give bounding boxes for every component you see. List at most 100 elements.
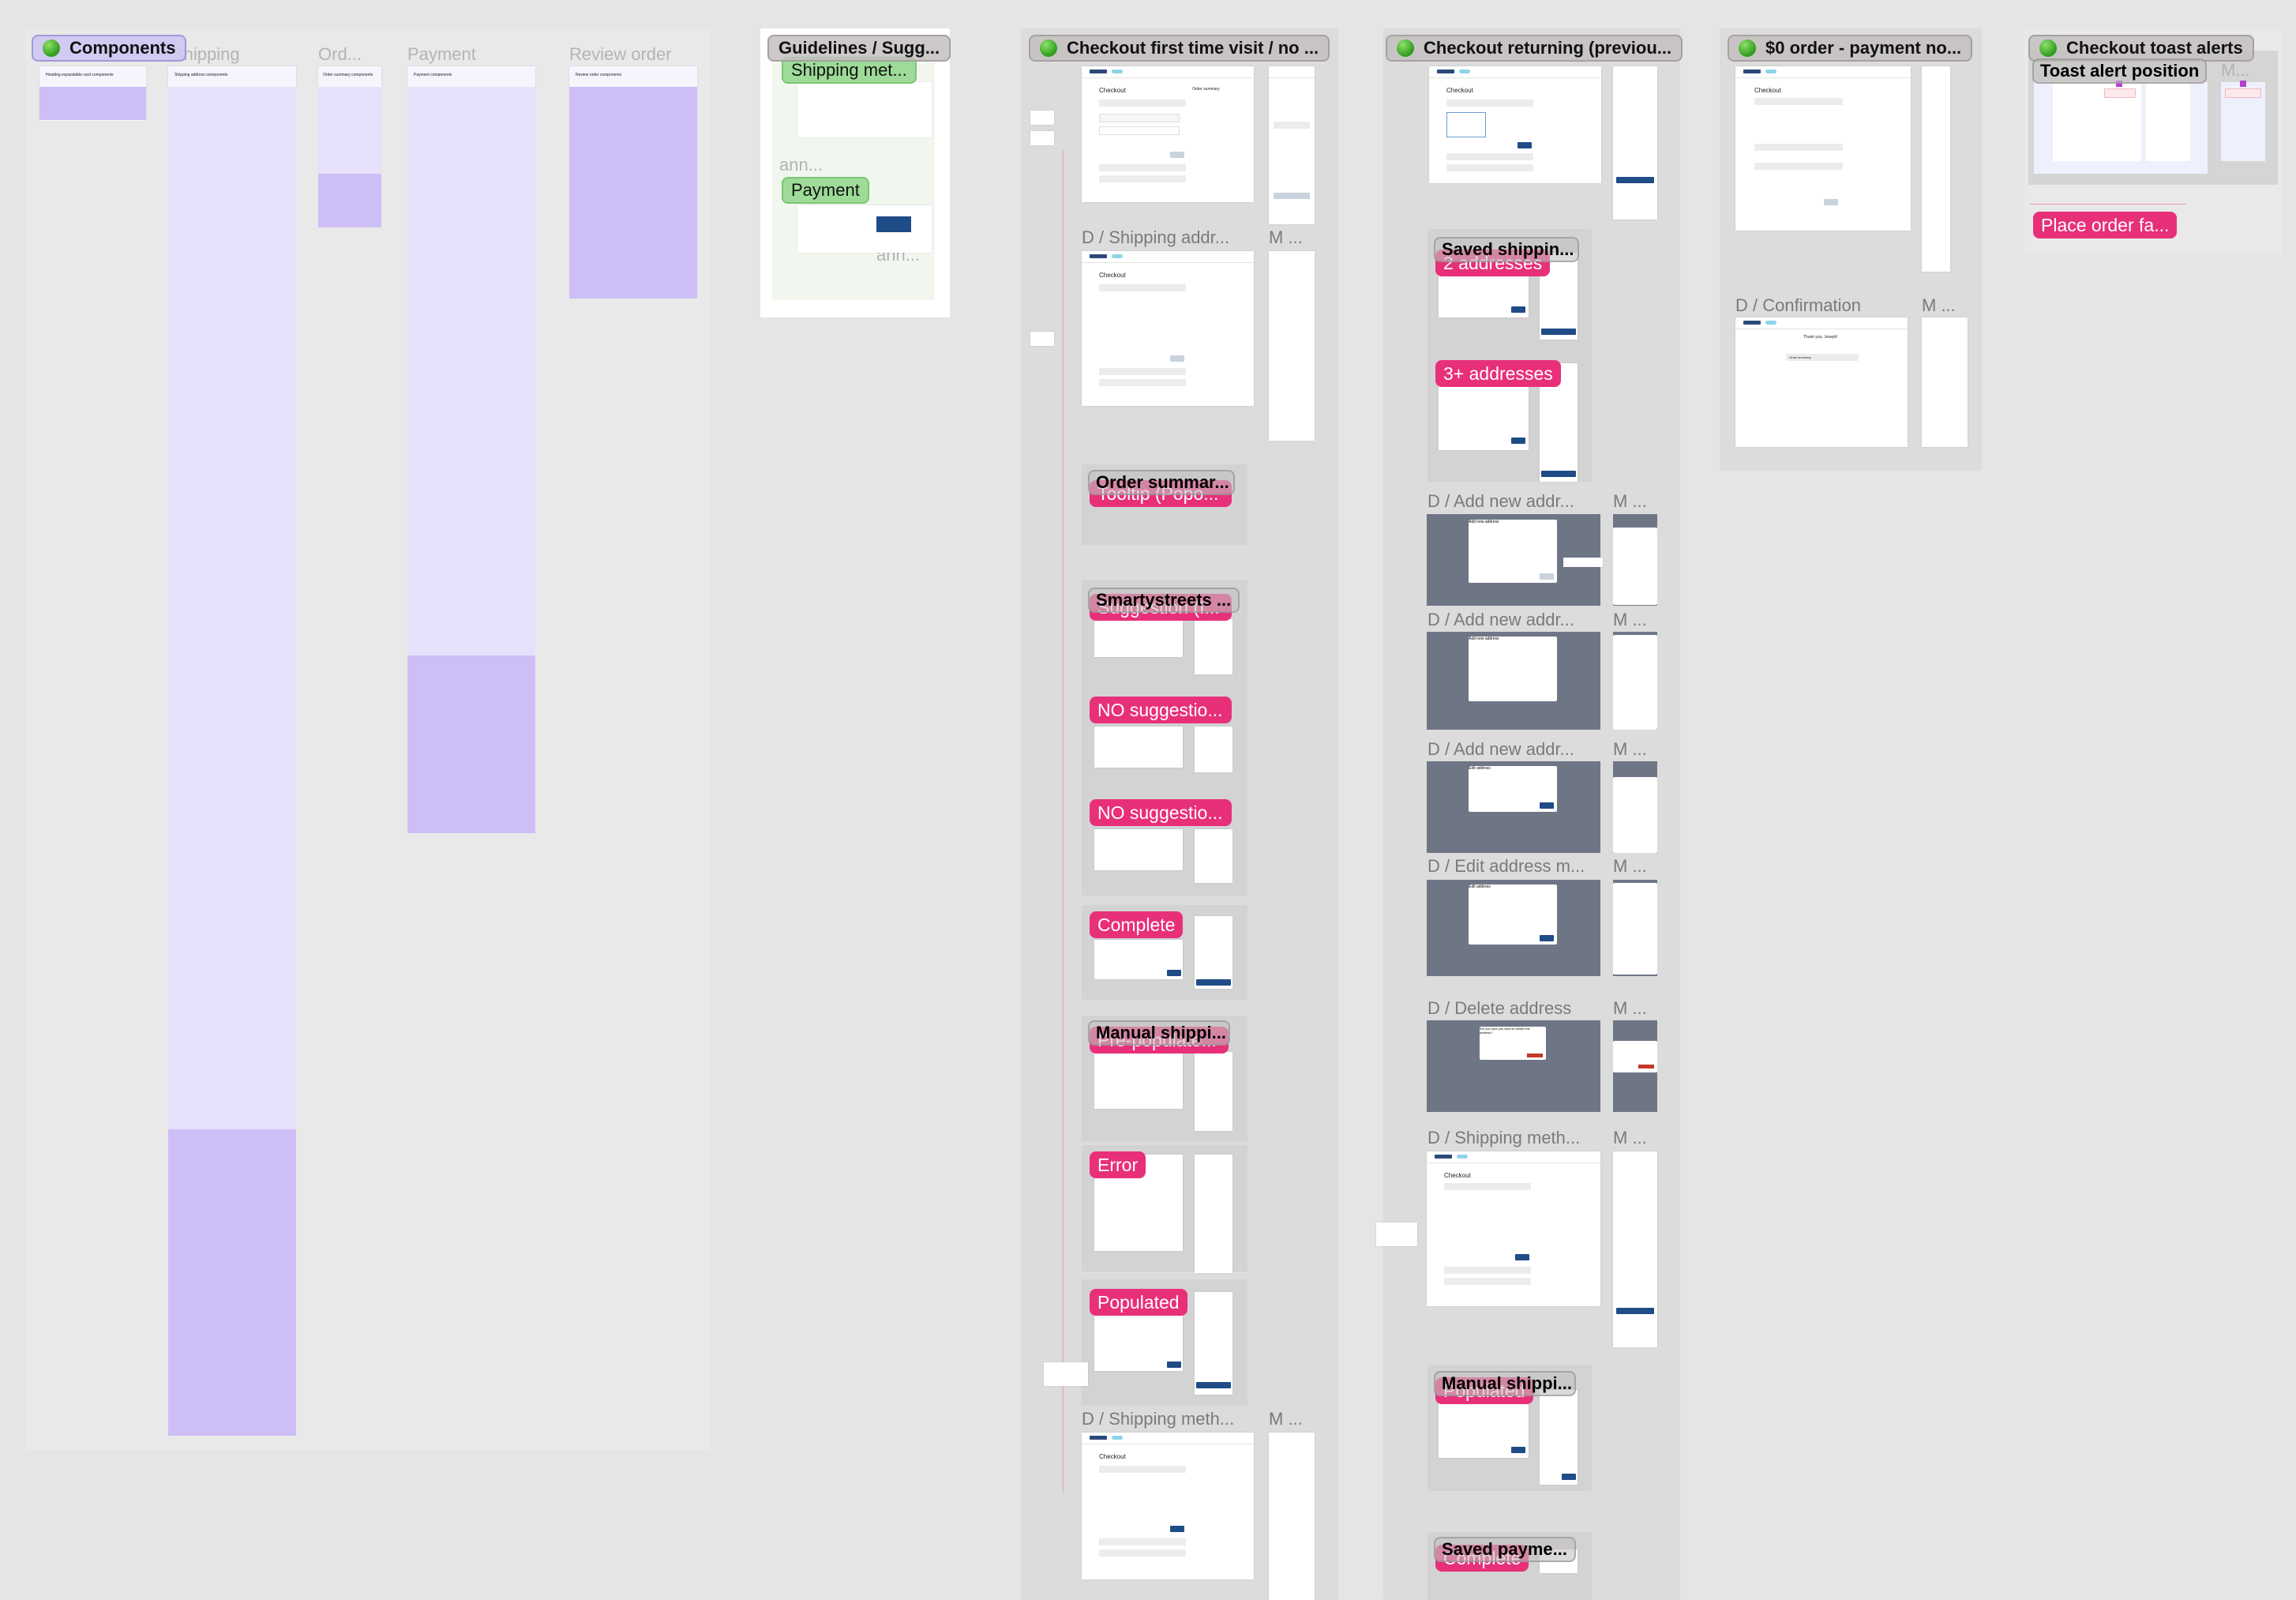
frame-title-mobile[interactable]: M ... bbox=[1269, 227, 1303, 248]
mobile-shipping-method-screen[interactable] bbox=[1269, 1433, 1315, 1600]
logo-icon bbox=[1090, 1436, 1107, 1440]
state-tag-error[interactable]: Error bbox=[1090, 1151, 1146, 1178]
status-dot-icon bbox=[2039, 39, 2057, 57]
guideline-shipping-screen bbox=[797, 82, 932, 137]
frame-title-add-new-addr-3[interactable]: D / Add new addr... bbox=[1427, 739, 1574, 760]
payment-card[interactable]: Payment components bbox=[407, 66, 535, 87]
overlay-tag-saved-payment[interactable]: Saved payme... bbox=[1434, 1537, 1576, 1562]
edit-address-modal-2[interactable]: Edit address bbox=[1469, 885, 1557, 945]
edit-address-modal[interactable]: Edit address bbox=[1469, 766, 1557, 812]
overlay-tag-manual-shipping-returning[interactable]: Manual shippi... bbox=[1434, 1371, 1576, 1396]
frame-title-confirmation[interactable]: D / Confirmation bbox=[1735, 295, 1861, 316]
frame-title-delete-address[interactable]: D / Delete address bbox=[1427, 998, 1571, 1019]
shipping-card[interactable]: Shipping address components bbox=[168, 66, 296, 87]
status-dot-icon bbox=[1739, 39, 1756, 57]
frame-title-shipping-method[interactable]: D / Shipping meth... bbox=[1082, 1409, 1234, 1429]
overlay-tag-order-summary[interactable]: Order summar... bbox=[1088, 470, 1235, 495]
toast-position-tag[interactable]: Toast alert position bbox=[2032, 58, 2208, 84]
review-card[interactable]: Review order components bbox=[569, 66, 697, 87]
desktop-shipping-method-screen[interactable]: Checkout bbox=[1082, 1433, 1254, 1579]
column-title-payment[interactable]: Payment bbox=[407, 44, 476, 65]
mobile-shipping-method-returning[interactable] bbox=[1613, 1151, 1657, 1347]
logo-icon bbox=[1743, 69, 1761, 73]
column-title-order[interactable]: Ord... bbox=[318, 44, 362, 65]
state-tag-no-suggestion-2[interactable]: NO suggestio... bbox=[1090, 799, 1232, 826]
components-tag[interactable]: Components bbox=[32, 35, 187, 62]
payment-card-title: Payment components bbox=[414, 73, 452, 77]
frame-title-edit-address[interactable]: D / Edit address m... bbox=[1427, 856, 1585, 877]
first-visit-tag[interactable]: Checkout first time visit / no ... bbox=[1029, 35, 1330, 62]
guidelines-tag[interactable]: Guidelines / Sugg... bbox=[767, 35, 951, 62]
delete-button[interactable] bbox=[1527, 1054, 1543, 1057]
review-bar bbox=[1099, 175, 1186, 182]
state-tag-place-order-failed[interactable]: Place order fa... bbox=[2033, 212, 2178, 238]
mobile-review-order-screen[interactable] bbox=[1922, 66, 1950, 272]
add-new-address-modal[interactable]: Add new address bbox=[1469, 520, 1557, 583]
state-tag-no-suggestion-1[interactable]: NO suggestio... bbox=[1090, 697, 1232, 723]
frame-title-add-new-addr-2[interactable]: D / Add new addr... bbox=[1427, 610, 1574, 630]
shipping-bar bbox=[1099, 100, 1186, 107]
order-summary-heading: Order summary bbox=[1192, 87, 1220, 92]
mobile-shipping-screen-2[interactable] bbox=[1269, 251, 1315, 441]
desktop-shipping-screen-1[interactable]: Checkout Order summary bbox=[1082, 66, 1254, 202]
payment-components-area bbox=[407, 87, 535, 655]
frame-title-mobile[interactable]: M ... bbox=[1613, 610, 1647, 630]
payment-bar bbox=[1099, 164, 1186, 171]
status-dot-icon bbox=[43, 39, 60, 57]
logo-icon bbox=[1743, 321, 1761, 325]
mobile-confirmation-screen[interactable] bbox=[1922, 317, 1968, 447]
toast-tag[interactable]: Checkout toast alerts bbox=[2028, 35, 2254, 62]
state-tag-3-addresses[interactable]: 3+ addresses bbox=[1435, 360, 1561, 387]
frame-title-shipping-method-returning[interactable]: D / Shipping meth... bbox=[1427, 1128, 1580, 1148]
logo-icon bbox=[1437, 69, 1454, 73]
logo-icon bbox=[1090, 254, 1107, 258]
overlay-tag-saved-shipping[interactable]: Saved shippin... bbox=[1434, 237, 1579, 262]
logo-icon bbox=[1090, 69, 1107, 73]
order-card[interactable]: Order summary components bbox=[318, 66, 381, 87]
frame-title-mobile[interactable]: M ... bbox=[1613, 491, 1647, 512]
desktop-shipping-screen-2[interactable]: Checkout bbox=[1082, 251, 1254, 406]
annotation-note bbox=[1030, 131, 1054, 145]
frame-title-shipping-addr[interactable]: D / Shipping addr... bbox=[1082, 227, 1229, 248]
heading-card-title: Heading expandable card components bbox=[46, 73, 114, 77]
payment-guideline-tag[interactable]: Payment bbox=[782, 177, 869, 204]
order-card-title: Order summary components bbox=[323, 73, 373, 77]
review-card-title: Review order components bbox=[576, 73, 622, 77]
frame-title-mobile[interactable]: M ... bbox=[1613, 739, 1647, 760]
continue-button[interactable] bbox=[1170, 152, 1184, 158]
desktop-confirmation-screen[interactable]: Thank you, Joseph! Order summary bbox=[1735, 317, 1908, 447]
zero-order-tag[interactable]: $0 order - payment no... bbox=[1728, 35, 1973, 62]
order-components-area-dark bbox=[318, 174, 381, 227]
frame-title-mobile[interactable]: M ... bbox=[1613, 998, 1647, 1019]
saved-address-card[interactable] bbox=[1446, 112, 1486, 137]
frame-title-add-new-addr-1[interactable]: D / Add new addr... bbox=[1427, 491, 1574, 512]
annotation-note bbox=[1030, 332, 1054, 346]
state-tag-complete[interactable]: Complete bbox=[1090, 911, 1184, 938]
overlay-tag-manual-shipping[interactable]: Manual shippi... bbox=[1088, 1020, 1230, 1046]
mobile-returning-screen[interactable] bbox=[1613, 66, 1657, 220]
checkout-heading: Checkout bbox=[1099, 87, 1126, 94]
guideline-payment-screen bbox=[797, 205, 932, 253]
toast-alert[interactable] bbox=[2104, 88, 2136, 98]
frame-title-mobile[interactable]: M ... bbox=[1922, 295, 1956, 316]
annotation-label: ann... bbox=[779, 155, 823, 175]
state-tag-populated[interactable]: Populated bbox=[1090, 1289, 1187, 1316]
frame-title-mobile[interactable]: M ... bbox=[1613, 856, 1647, 877]
mobile-shipping-screen-1[interactable] bbox=[1269, 66, 1315, 224]
returning-tag[interactable]: Checkout returning (previou... bbox=[1386, 35, 1683, 62]
frame-title-mobile[interactable]: M ... bbox=[1269, 1409, 1303, 1429]
column-title-review[interactable]: Review order bbox=[569, 44, 672, 65]
add-new-address-modal-2[interactable]: Add new address bbox=[1469, 637, 1557, 701]
delete-address-modal[interactable]: Are you sure you want to delete this add… bbox=[1480, 1027, 1546, 1060]
desktop-shipping-method-returning[interactable]: Checkout bbox=[1427, 1151, 1600, 1306]
review-components-area bbox=[569, 87, 697, 299]
toast-alert-mobile[interactable] bbox=[2225, 88, 2261, 98]
desktop-returning-screen[interactable]: Checkout bbox=[1429, 66, 1601, 183]
frame-title-mobile[interactable]: M... bbox=[2221, 60, 2250, 81]
annotation-note bbox=[1030, 111, 1054, 125]
status-dot-icon bbox=[1397, 39, 1414, 57]
desktop-review-order-screen[interactable]: Checkout bbox=[1735, 66, 1911, 231]
frame-title-mobile[interactable]: M ... bbox=[1613, 1128, 1647, 1148]
annotation-note bbox=[1376, 1223, 1417, 1246]
overlay-tag-smartystreets[interactable]: Smartystreets ... bbox=[1088, 588, 1240, 613]
